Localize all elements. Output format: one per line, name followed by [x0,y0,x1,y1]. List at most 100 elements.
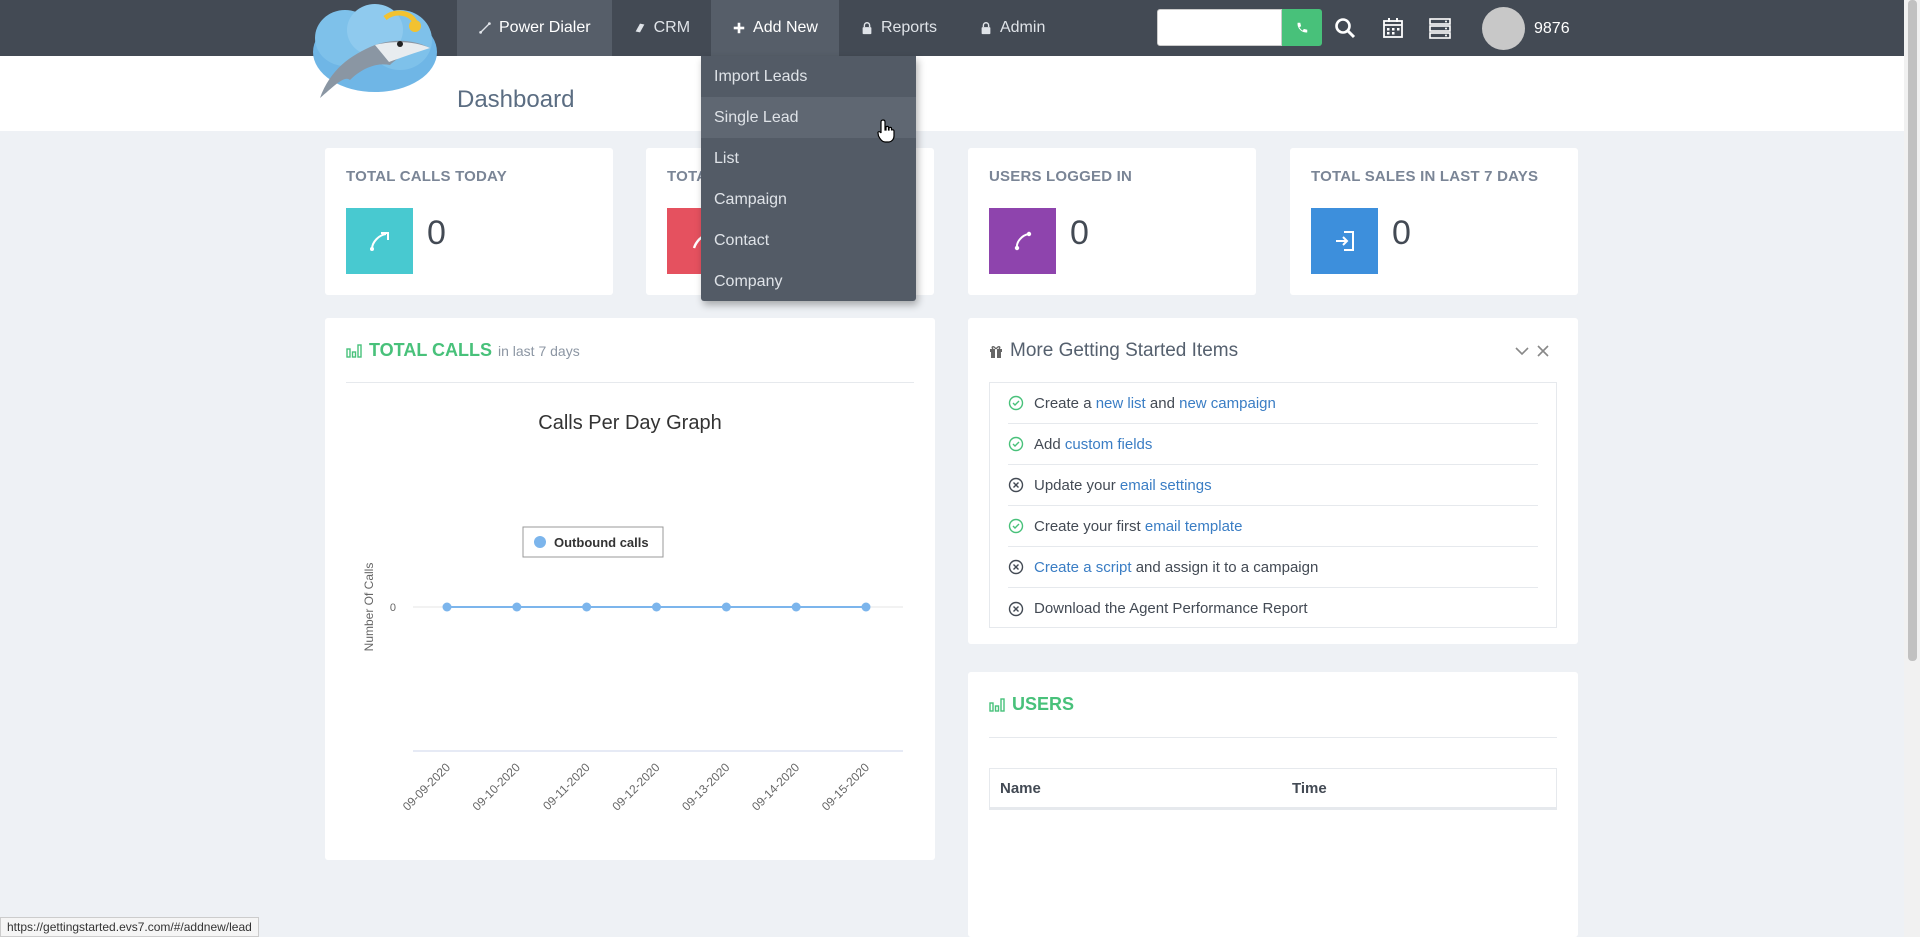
dropdown-item-list[interactable]: List [701,138,916,179]
getting-started-item: Add custom fields [1008,424,1538,465]
calendar-icon[interactable] [1381,16,1405,40]
getting-started-link[interactable]: custom fields [1065,436,1153,453]
phone-icon [1297,22,1308,32]
nav-admin-label: Admin [999,19,1046,36]
dial-button[interactable] [1282,9,1322,46]
getting-started-text: Download the Agent Performance Report [1034,600,1308,617]
y-axis-label: Number Of Calls [362,563,376,652]
outgoing-call-icon [346,208,413,274]
getting-started-item: Create your first email template [1008,506,1538,547]
nav-add-new[interactable]: Add New [711,0,839,56]
getting-started-text: Create your first email template [1034,518,1242,535]
main-nav: Power Dialer CRM Add New Reports Admin [457,0,1066,56]
getting-started-item: Download the Agent Performance Report [1008,588,1538,629]
getting-started-list: Create a new list and new campaign Add cu… [989,382,1557,628]
nav-crm[interactable]: CRM [612,0,711,56]
data-point[interactable] [582,602,592,612]
getting-started-text-part: Add [1034,435,1065,453]
getting-started-text-part: Update your [1034,476,1120,494]
stat-value: 0 [1392,214,1411,252]
getting-started-item: Update your email settings [1008,465,1538,506]
stat-card-users-logged-in: USERS LOGGED IN 0 [968,148,1256,295]
getting-started-text: Create a new list and new campaign [1034,395,1276,412]
x-circle-icon [1008,559,1024,575]
data-point[interactable] [721,602,731,612]
data-point[interactable] [512,602,522,612]
stat-title: TOTAL CALLS TODAY [346,168,507,185]
calls-per-day-chart: Calls Per Day Graph Outbound calls Numbe… [362,412,903,814]
nav-admin[interactable]: Admin [958,0,1066,56]
getting-started-link[interactable]: new list [1096,395,1146,412]
stat-title: USERS LOGGED IN [989,168,1133,185]
x-tick-label: 09-12-2020 [609,760,663,814]
getting-started-title: More Getting Started Items [1010,340,1239,361]
getting-started-text: Add custom fields [1034,436,1152,453]
nav-power-dialer-label: Power Dialer [499,19,591,36]
nav-reports-label: Reports [880,19,937,36]
lock-icon [862,22,872,35]
stat-card-total-calls: TOTAL CALLS TODAY 0 [325,148,613,295]
x-tick-label: 09-11-2020 [540,760,593,813]
column-header-name[interactable]: Name [990,780,1292,797]
dropdown-item-campaign[interactable]: Campaign [701,179,916,220]
table-header-row: Name Time [990,769,1556,809]
getting-started-link[interactable]: email template [1145,518,1243,535]
dolphin-logo[interactable] [305,0,445,100]
user-extension[interactable]: 9876 [1534,20,1570,38]
stat-card-total-sales: TOTAL SALES IN LAST 7 DAYS 0 [1290,148,1578,295]
data-point[interactable] [442,602,452,612]
getting-started-item: Create a script and assign it to a campa… [1008,547,1538,588]
getting-started-text: Update your email settings [1034,477,1212,494]
x-tick-label: 09-10-2020 [470,760,524,814]
getting-started-link[interactable]: Create a script [1034,559,1132,576]
column-header-time[interactable]: Time [1292,780,1327,797]
search-icon[interactable] [1333,16,1357,40]
x-tick-label: 09-09-2020 [400,760,454,814]
stat-value: 0 [1070,214,1089,252]
nav-power-dialer[interactable]: Power Dialer [457,0,612,56]
data-point[interactable] [861,602,871,612]
panel-controls [1514,344,1550,358]
getting-started-text: Create a script and assign it to a campa… [1034,559,1318,576]
x-circle-icon [1008,601,1024,616]
data-point[interactable] [791,602,801,612]
page-header [0,56,1904,131]
close-icon[interactable] [1536,344,1550,358]
getting-started-text-part: Create your first [1034,517,1145,535]
scrollbar-thumb[interactable] [1908,0,1917,661]
page-title: Dashboard [457,86,575,113]
nav-crm-label: CRM [653,19,691,36]
legend-label: Outbound calls [554,535,649,550]
sign-in-icon [1311,208,1378,274]
x-tick-label: 09-14-2020 [749,760,803,814]
dropdown-item-contact[interactable]: Contact [701,220,916,261]
getting-started-panel: More Getting Started Items Create a new … [968,318,1578,644]
chart-legend[interactable]: Outbound calls [522,526,664,558]
phone-icon [989,208,1056,274]
server-icon[interactable] [1428,16,1452,40]
nav-add-new-label: Add New [753,19,818,36]
getting-started-text-part: Create a [1034,394,1096,412]
data-point[interactable] [652,602,661,612]
dropdown-item-company[interactable]: Company [701,261,916,302]
users-panel: USERS Name Time [968,672,1578,937]
chevron-down-icon[interactable] [1514,344,1530,358]
users-table: Name Time [989,768,1557,810]
x-tick-label: 09-13-2020 [679,760,733,814]
user-avatar[interactable] [1482,7,1525,50]
bar-chart-icon [989,698,1005,712]
nav-reports[interactable]: Reports [839,0,958,56]
check-circle-icon [1008,436,1024,452]
y-tick-label: 0 [390,602,396,614]
getting-started-link[interactable]: email settings [1120,477,1212,494]
dropdown-item-import-leads[interactable]: Import Leads [701,56,916,97]
hand-cursor-icon [877,119,895,143]
getting-started-text-part: and assign it to a campaign [1131,558,1319,576]
getting-started-text-part: Download the Agent Performance Report [1034,600,1308,617]
dial-number-input[interactable] [1157,9,1282,46]
check-circle-icon [1008,395,1024,411]
getting-started-link[interactable]: new campaign [1179,395,1276,412]
stat-value: 0 [427,214,446,252]
panel-header: USERS [989,694,1074,715]
plus-icon [733,22,745,34]
